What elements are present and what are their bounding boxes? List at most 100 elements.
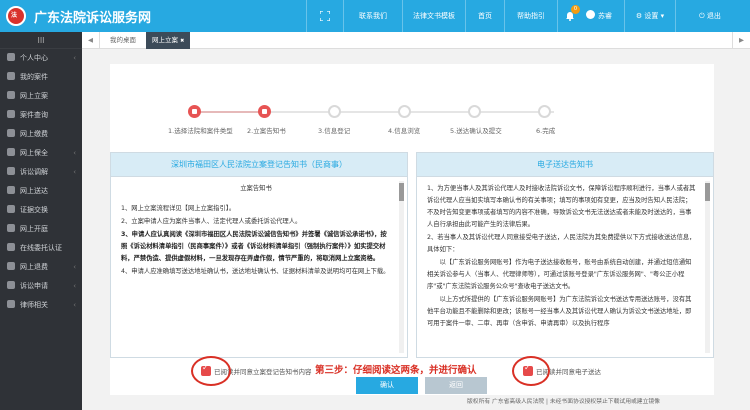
- filing-notice-body: 立案告知书 1、网上立案流程详见【网上立案指引】。 2、立案申请人应为案件当事人…: [121, 183, 391, 279]
- sidebar-item-online-refund[interactable]: 网上退费 ‹: [0, 258, 82, 277]
- sidebar-item-online-authorization[interactable]: 在线委托认证: [0, 239, 82, 258]
- sidebar-item-label: 个人中心: [20, 54, 48, 62]
- e-service-notice-body: 1、为方便当事人及其诉讼代理人及时接收法院诉讼文书，保障诉讼程序顺利进行，当事人…: [427, 183, 697, 331]
- e-service-notice-panel: 电子送达告知书 1、为方便当事人及其诉讼代理人及时接收法院诉讼文书，保障诉讼程序…: [416, 152, 714, 358]
- chevron-icon: ‹: [73, 301, 76, 309]
- notice-paragraph: 以上方式所提供的【广东诉讼服务网账号】为广东法院诉讼文书送达专用送达账号，没有其…: [427, 296, 692, 327]
- sidebar-item-label: 网上退费: [20, 263, 48, 271]
- filing-icon: [7, 91, 15, 99]
- logout-label: 退出: [706, 12, 721, 20]
- sidebar-toggle[interactable]: III: [0, 32, 82, 49]
- divider: [675, 0, 676, 32]
- step-2-dot: [258, 105, 271, 118]
- sidebar-item-label: 网上缴费: [20, 130, 48, 138]
- sidebar-item-label: 在线委托认证: [20, 244, 62, 252]
- notice-paragraph: 4、申请人应准确填写送达地址确认书，送达地址确认书、证据材料清单及说明均可在网上…: [121, 268, 390, 275]
- user-menu[interactable]: 苏睿: [582, 0, 624, 32]
- sidebar-item-lawyer[interactable]: 律师相关 ‹: [0, 296, 82, 315]
- sidebar-item-evidence-exchange[interactable]: 证据交换: [0, 201, 82, 220]
- fullscreen-icon: [319, 10, 331, 22]
- sidebar-item-label: 律师相关: [20, 301, 48, 309]
- step-4-dot: [398, 105, 411, 118]
- step-5-dot: [468, 105, 481, 118]
- notice-paragraph: 以【广东诉讼服务网账号】作为电子送达接收账号，账号由系统自动创建，并通过短信通知…: [427, 259, 692, 290]
- legal-templates-link[interactable]: 法律文书模板: [403, 0, 465, 32]
- court-logo-icon: 法: [6, 6, 26, 26]
- back-button[interactable]: 返回: [425, 377, 487, 394]
- chevron-icon: ‹: [73, 149, 76, 157]
- scrollbar-thumb[interactable]: [399, 183, 404, 201]
- step-connector: [194, 111, 264, 113]
- evidence-icon: [7, 205, 15, 213]
- sidebar-item-label: 网上保全: [20, 149, 48, 157]
- tab-label: 网上立案: [152, 36, 178, 44]
- notice-paragraph: 1、网上立案流程详见【网上立案指引】。: [121, 205, 236, 212]
- sidebar-item-online-filing[interactable]: 网上立案: [0, 87, 82, 106]
- filing-notice-title: 深圳市福田区人民法院立案登记告知书（民商事）: [111, 153, 407, 177]
- tab-bar: ◀ 我的桌面 网上立案 ✖ ▶: [82, 32, 750, 49]
- send-icon: [7, 186, 15, 194]
- shield-icon: [7, 148, 15, 156]
- person-icon: [7, 53, 15, 61]
- home-link[interactable]: 首页: [466, 0, 504, 32]
- sidebar-item-label: 网上开庭: [20, 225, 48, 233]
- application-icon: [7, 281, 15, 289]
- sidebar: III 个人中心 ‹ 我的案件 网上立案 案件查询 网上缴费 网上保全 ‹ 诉讼调解…: [0, 32, 82, 410]
- lawyer-icon: [7, 300, 15, 308]
- sidebar-item-online-hearing[interactable]: 网上开庭: [0, 220, 82, 239]
- step-6-dot: [538, 105, 551, 118]
- sidebar-item-mediation[interactable]: 诉讼调解 ‹: [0, 163, 82, 182]
- scrollbar[interactable]: [705, 181, 710, 353]
- chevron-icon: ‹: [73, 282, 76, 290]
- sidebar-item-label: 诉讼申请: [20, 282, 48, 290]
- refund-icon: [7, 262, 15, 270]
- sidebar-item-online-preservation[interactable]: 网上保全 ‹: [0, 144, 82, 163]
- logo-text: 法: [11, 12, 18, 19]
- certificate-icon: [7, 243, 15, 251]
- step-2-label: 2.立案告知书: [247, 127, 286, 135]
- logout-button[interactable]: ⏻ 退出: [690, 0, 730, 32]
- sidebar-item-online-payment[interactable]: 网上缴费: [0, 125, 82, 144]
- settings-label: 设置: [644, 12, 659, 20]
- step-1-label: 1.选择法院和案件类型: [168, 127, 233, 135]
- contact-us-link[interactable]: 联系我们: [344, 0, 402, 32]
- doc-title: 立案告知书: [240, 185, 272, 192]
- sidebar-item-my-cases[interactable]: 我的案件: [0, 68, 82, 87]
- top-navbar: 法 广东法院诉讼服务网 联系我们 法律文书模板 首页 帮助指引 0 苏睿 ⚙ 设…: [0, 0, 750, 32]
- tab-online-filing[interactable]: 网上立案 ✖: [146, 32, 191, 49]
- step-3-label: 3.信息登记: [318, 127, 351, 135]
- gear-icon: ⚙: [635, 12, 643, 20]
- sidebar-item-label: 案件查询: [20, 111, 48, 119]
- sidebar-item-label: 诉讼调解: [20, 168, 48, 176]
- fullscreen-button[interactable]: [307, 0, 343, 32]
- close-icon[interactable]: ✖: [180, 38, 184, 44]
- scrollbar[interactable]: [399, 181, 404, 353]
- notifications-button[interactable]: [558, 0, 582, 32]
- scrollbar-thumb[interactable]: [705, 183, 710, 201]
- filing-card: 1.选择法院和案件类型 2.立案告知书 3.信息登记 4.信息浏览 5.送达确认…: [110, 64, 714, 395]
- sidebar-item-case-query[interactable]: 案件查询: [0, 106, 82, 125]
- sidebar-item-personal-center[interactable]: 个人中心 ‹: [0, 49, 82, 68]
- notice-paragraph: 1、为方便当事人及其诉讼代理人及时接收法院诉讼文书，保障诉讼程序顺利进行，当事人…: [427, 185, 696, 228]
- notice-paragraph: 3、申请人应认真阅读《深圳市福田区人民法院诉讼诚信告知书》并签署《诚信诉讼承诺书…: [121, 231, 387, 262]
- tab-scroll-right-icon[interactable]: ▶: [732, 32, 750, 49]
- sidebar-item-label: 我的案件: [20, 73, 48, 81]
- sidebar-item-online-service[interactable]: 网上送达: [0, 182, 82, 201]
- caret-down-icon: ▾: [660, 12, 665, 20]
- filing-notice-panel: 深圳市福田区人民法院立案登记告知书（民商事） 立案告知书 1、网上立案流程详见【…: [110, 152, 408, 358]
- tab-scroll-left-icon[interactable]: ◀: [82, 32, 100, 49]
- search-icon: [7, 110, 15, 118]
- tab-my-desktop[interactable]: 我的桌面: [104, 32, 142, 49]
- settings-menu[interactable]: ⚙ 设置 ▾: [625, 0, 675, 32]
- confirm-button[interactable]: 确认: [356, 377, 418, 394]
- sidebar-item-litigation-application[interactable]: 诉讼申请 ‹: [0, 277, 82, 296]
- step-6-label: 6.完成: [536, 127, 556, 135]
- step-4-label: 4.信息浏览: [388, 127, 421, 135]
- video-icon: [7, 224, 15, 232]
- contact-us-label: 联系我们: [359, 12, 387, 20]
- user-name: 苏睿: [598, 12, 612, 20]
- legal-templates-label: 法律文书模板: [413, 12, 455, 20]
- help-guide-link[interactable]: 帮助指引: [505, 0, 557, 32]
- logout-icon: ⏻: [699, 12, 705, 20]
- chevron-icon: ‹: [73, 168, 76, 176]
